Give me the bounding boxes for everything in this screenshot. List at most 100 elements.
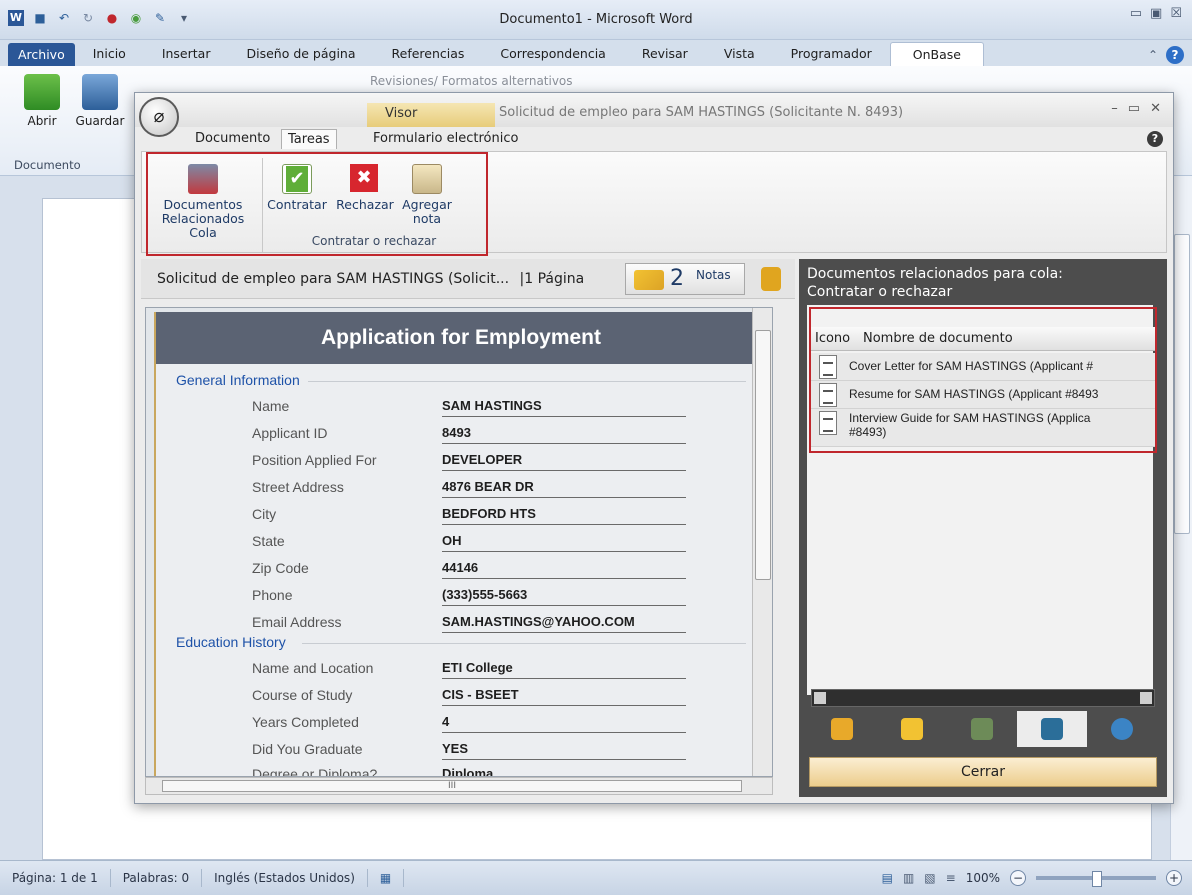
rechazar-button[interactable]: Rechazar (332, 164, 398, 212)
form-horizontal-scrollbar[interactable]: III (145, 777, 773, 795)
field-label-city: City (252, 506, 277, 522)
agregar-nota-button[interactable]: Agregar nota (398, 164, 456, 226)
zoom-controls: ▤ ▥ ▧ ≡ 100% − + (882, 870, 1182, 887)
notes-count: 2 (670, 266, 684, 291)
field-course[interactable]: CIS - BSEET (442, 687, 686, 706)
form-hscroll-thumb[interactable]: III (162, 780, 742, 792)
scrollbar-thumb[interactable] (1174, 234, 1190, 534)
form-vertical-scrollbar[interactable] (752, 308, 772, 776)
onbase-tabs: Documento Tareas Formulario electrónico (135, 127, 1173, 151)
field-applicant-id[interactable]: 8493 (442, 425, 686, 444)
tab-inicio[interactable]: Inicio (75, 41, 144, 66)
zoom-in-button[interactable]: + (1166, 870, 1182, 886)
field-label-degree: Degree or Diploma? (252, 766, 378, 777)
window-title: Documento1 - Microsoft Word (499, 12, 693, 27)
tab-formulario-electronico[interactable]: Formulario electrónico (367, 129, 524, 148)
field-state[interactable]: OH (442, 533, 686, 552)
field-street-address[interactable]: 4876 BEAR DR (442, 479, 686, 498)
scroll-left-icon[interactable] (814, 692, 826, 704)
notes-label: Notas (696, 268, 731, 282)
field-degree[interactable]: Diploma (442, 766, 686, 776)
tab-archivo[interactable]: Archivo (8, 43, 75, 66)
status-bar: Página: 1 de 1 Palabras: 0 Inglés (Estad… (0, 860, 1192, 895)
tab-insertar[interactable]: Insertar (144, 41, 229, 66)
related-documents-button[interactable]: Documentos Relacionados Cola (148, 164, 258, 240)
notes-icon[interactable] (877, 711, 947, 747)
document-title: Solicitud de empleo para SAM HASTINGS (S… (157, 271, 584, 287)
tab-tareas[interactable]: Tareas (281, 129, 337, 149)
related-documents-highlight (809, 307, 1157, 453)
view-reading-icon[interactable]: ▥ (903, 871, 914, 885)
onbase-title-bar: Visor Solicitud de empleo para SAM HASTI… (135, 93, 1173, 127)
field-position[interactable]: DEVELOPER (442, 452, 686, 471)
abrir-button[interactable]: Abrir (14, 74, 70, 128)
close-icon[interactable]: ☒ (1170, 6, 1182, 21)
related-horizontal-scrollbar[interactable] (811, 689, 1155, 707)
maximize-icon[interactable]: ▭ (1128, 101, 1140, 116)
zoom-slider[interactable] (1036, 871, 1156, 887)
onbase-help-icon[interactable]: ? (1147, 131, 1163, 147)
tab-diseno-de-pagina[interactable]: Diseño de página (228, 41, 373, 66)
notes-button[interactable]: 2 Notas (625, 263, 745, 295)
page-count[interactable]: Página: 1 de 1 (0, 869, 111, 887)
form-viewer: Application for Employment General Infor… (145, 307, 773, 777)
field-phone[interactable]: (333)555-5663 (442, 587, 686, 606)
onbase-application-button[interactable]: ⌀ (139, 97, 179, 137)
word-title-bar: W ■ ↶ ↻ ● ◉ ✎ ▾ Documento1 - Microsoft W… (0, 0, 1192, 40)
tab-referencias[interactable]: Referencias (374, 41, 483, 66)
field-label-phone: Phone (252, 587, 293, 603)
contratar-button[interactable]: Contratar (264, 164, 330, 212)
key-icon[interactable] (807, 711, 877, 747)
field-city[interactable]: BEDFORD HTS (442, 506, 686, 525)
scroll-right-icon[interactable] (1140, 692, 1152, 704)
keywords-icon[interactable] (947, 711, 1017, 747)
related-documents-label: Documentos Relacionados Cola (161, 197, 245, 240)
field-zip-code[interactable]: 44146 (442, 560, 686, 579)
tab-programador[interactable]: Programador (773, 41, 890, 66)
tab-revisar[interactable]: Revisar (624, 41, 706, 66)
tab-documento[interactable]: Documento (189, 129, 276, 148)
window-controls: ▭ ▣ ☒ (1130, 6, 1182, 21)
document-header: Solicitud de empleo para SAM HASTINGS (S… (141, 259, 795, 299)
view-web-icon[interactable]: ▧ (924, 871, 935, 885)
save-document-icon (82, 74, 118, 110)
field-years[interactable]: 4 (442, 714, 686, 733)
field-school[interactable]: ETI College (442, 660, 686, 679)
viewer-tab[interactable]: Visor (367, 103, 495, 127)
help-icon[interactable]: ? (1166, 46, 1184, 64)
tab-vista[interactable]: Vista (706, 41, 773, 66)
field-label-street-address: Street Address (252, 479, 344, 495)
minimize-icon[interactable]: ▭ (1130, 6, 1142, 21)
related-info-icon[interactable] (1017, 711, 1087, 747)
guardar-button[interactable]: Guardar (72, 74, 128, 128)
tab-correspondencia[interactable]: Correspondencia (482, 41, 623, 66)
form-scroll-thumb[interactable] (755, 330, 771, 580)
macro-icon[interactable]: ▦ (368, 869, 405, 887)
view-print-layout-icon[interactable]: ▤ (882, 871, 893, 885)
task-tools-highlight: Documentos Relacionados Cola Contratar R… (146, 152, 488, 256)
minimize-icon[interactable]: – (1111, 101, 1118, 116)
tab-onbase[interactable]: OnBase (889, 42, 984, 66)
open-icon (24, 74, 60, 110)
field-graduate[interactable]: YES (442, 741, 686, 760)
field-label-email: Email Address (252, 614, 342, 630)
chat-icon[interactable] (1087, 711, 1157, 747)
agregar-nota-label: Agregar nota (402, 197, 452, 226)
field-label-graduate: Did You Graduate (252, 741, 363, 757)
close-icon[interactable]: ✕ (1150, 101, 1161, 116)
abrir-label: Abrir (27, 114, 57, 128)
field-name[interactable]: SAM HASTINGS (442, 398, 686, 417)
revisions-button[interactable]: Revisiones/ Formatos alternativos (370, 74, 573, 88)
lock-icon[interactable] (761, 267, 781, 291)
maximize-icon[interactable]: ▣ (1150, 6, 1162, 21)
language-indicator[interactable]: Inglés (Estados Unidos) (202, 869, 368, 887)
field-email[interactable]: SAM.HASTINGS@YAHOO.COM (442, 614, 686, 633)
zoom-out-button[interactable]: − (1010, 870, 1026, 886)
cerrar-button[interactable]: Cerrar (809, 757, 1157, 787)
collapse-ribbon-icon[interactable]: ⌃ (1148, 48, 1158, 62)
view-outline-icon[interactable]: ≡ (946, 871, 956, 885)
word-count[interactable]: Palabras: 0 (111, 869, 203, 887)
section-divider (308, 381, 746, 382)
related-documents-title: Documentos relacionados para cola: Contr… (807, 265, 1063, 301)
zoom-level[interactable]: 100% (966, 871, 1000, 885)
